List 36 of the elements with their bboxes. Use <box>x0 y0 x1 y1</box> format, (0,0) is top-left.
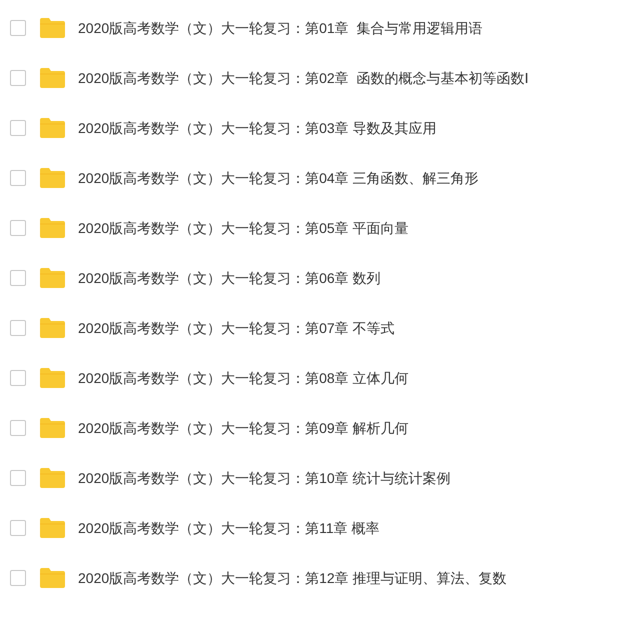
checkbox[interactable] <box>10 420 26 436</box>
folder-name[interactable]: 2020版高考数学（文）大一轮复习：第03章 导数及其应用 <box>78 118 437 138</box>
folder-name[interactable]: 2020版高考数学（文）大一轮复习：第07章 不等式 <box>78 318 395 338</box>
checkbox[interactable] <box>10 120 26 136</box>
folder-icon <box>40 68 65 88</box>
folder-icon <box>40 368 65 388</box>
folder-icon <box>40 18 65 38</box>
folder-name[interactable]: 2020版高考数学（文）大一轮复习：第12章 推理与证明、算法、复数 <box>78 568 507 588</box>
folder-name[interactable]: 2020版高考数学（文）大一轮复习：第02章 函数的概念与基本初等函数Ⅰ <box>78 68 528 88</box>
folder-icon <box>40 168 65 188</box>
checkbox[interactable] <box>10 270 26 286</box>
checkbox[interactable] <box>10 220 26 236</box>
checkbox[interactable] <box>10 470 26 486</box>
folder-name[interactable]: 2020版高考数学（文）大一轮复习：第05章 平面向量 <box>78 218 409 238</box>
folder-name[interactable]: 2020版高考数学（文）大一轮复习：第08章 立体几何 <box>78 368 409 388</box>
checkbox[interactable] <box>10 520 26 536</box>
folder-icon <box>40 218 65 238</box>
folder-icon <box>40 268 65 288</box>
folder-name[interactable]: 2020版高考数学（文）大一轮复习：第04章 三角函数、解三角形 <box>78 168 479 188</box>
folder-icon <box>40 118 65 138</box>
folder-icon <box>40 518 65 538</box>
folder-name[interactable]: 2020版高考数学（文）大一轮复习：第10章 统计与统计案例 <box>78 468 451 488</box>
folder-icon <box>40 418 65 438</box>
checkbox[interactable] <box>10 320 26 336</box>
folder-name[interactable]: 2020版高考数学（文）大一轮复习：第06章 数列 <box>78 268 381 288</box>
folder-icon <box>40 318 65 338</box>
folder-icon <box>40 468 65 488</box>
folder-name[interactable]: 2020版高考数学（文）大一轮复习：第01章 集合与常用逻辑用语 <box>78 18 482 38</box>
checkbox[interactable] <box>10 370 26 386</box>
checkbox[interactable] <box>10 20 26 36</box>
checkbox[interactable] <box>10 70 26 86</box>
checkbox[interactable] <box>10 570 26 586</box>
checkbox[interactable] <box>10 170 26 186</box>
folder-icon <box>40 568 65 588</box>
folder-name[interactable]: 2020版高考数学（文）大一轮复习：第11章 概率 <box>78 518 380 538</box>
folder-name[interactable]: 2020版高考数学（文）大一轮复习：第09章 解析几何 <box>78 418 409 438</box>
